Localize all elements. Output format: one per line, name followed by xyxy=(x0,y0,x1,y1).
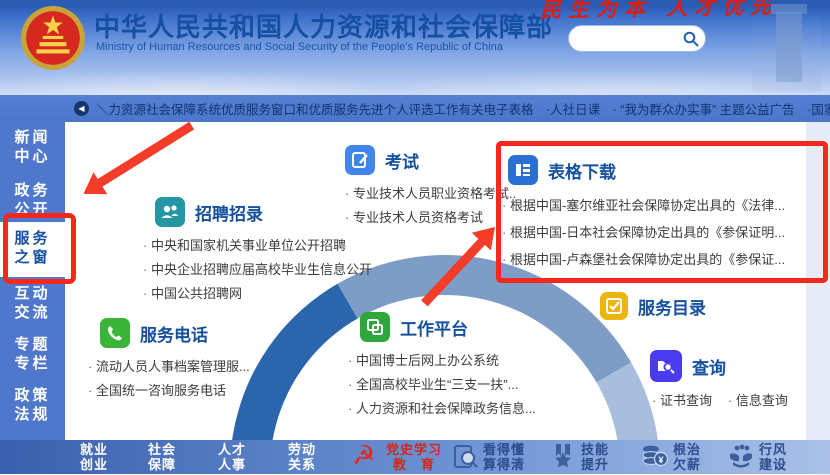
section-platform-header[interactable]: 工作平台 xyxy=(360,312,536,342)
link-item[interactable]: 全国高校毕业生“三支一扶”... xyxy=(348,373,536,397)
bottom-item-social-security[interactable]: 社会 保障 xyxy=(148,442,176,472)
exam-icon xyxy=(345,145,375,175)
hands-care-icon[interactable] xyxy=(727,444,755,474)
bottom-item-skill-improvement[interactable]: 技能 提升 xyxy=(581,442,609,472)
calligraphy-slogan: 民生为本 人才优先 xyxy=(539,0,779,23)
section-query-header[interactable]: 查询 xyxy=(650,350,788,382)
section-service-phone: 服务电话 流动人员人事档案管理服... 全国统一咨询服务电话 xyxy=(96,318,250,403)
search-input[interactable] xyxy=(581,31,683,46)
link-item[interactable]: 流动人员人事档案管理服... xyxy=(88,355,250,379)
bottom-item-labor-relations[interactable]: 劳动 关系 xyxy=(288,442,316,472)
section-title[interactable]: 服务目录 xyxy=(638,294,706,319)
section-title[interactable]: 服务电话 xyxy=(140,321,208,346)
coins-icon[interactable]: ¥ xyxy=(641,443,669,475)
bottom-item-employment[interactable]: 就业 创业 xyxy=(80,442,108,472)
mountains-decoration xyxy=(0,61,830,95)
sidebar-nav: 新闻 中心 政务 公开 服务 之窗 互动 交流 专题 专栏 政策 法规 xyxy=(0,122,65,440)
phone-icon xyxy=(100,318,130,348)
sidebar-item-service-window[interactable]: 服务 之窗 xyxy=(0,229,65,267)
ticker-prev-icon[interactable]: ◀ xyxy=(74,101,89,116)
sidebar-item-news[interactable]: 新闻 中心 xyxy=(0,128,65,166)
section-form-download: 表格下载 根据中国-塞尔维亚社会保障协定出具的《法律... 根据中国-日本社会保… xyxy=(508,155,785,273)
site-subtitle-en: Ministry of Human Resources and Social S… xyxy=(96,41,503,53)
site-title: 中华人民共和国人力资源和社会保障部 xyxy=(94,12,554,42)
section-service-directory: 服务目录 xyxy=(600,292,706,320)
site-header: 中华人民共和国人力资源和社会保障部 Ministry of Human Reso… xyxy=(0,0,830,95)
sidebar-item-interaction[interactable]: 互动 交流 xyxy=(0,284,65,322)
party-emblem-icon[interactable]: ☭ xyxy=(352,440,375,470)
right-edge-panel xyxy=(806,122,830,440)
main-content: 考试 专业技术人员职业资格考试.. 专业技术人员资格考试 招聘招录 中央和国家机… xyxy=(65,122,830,440)
link-item[interactable]: 根据中国-卢森堡社会保障协定出具的《参保证... xyxy=(502,246,785,273)
bottom-item-work-style[interactable]: 行风 建设 xyxy=(759,442,787,472)
link-item[interactable]: 人力资源和社会保障政务信息... xyxy=(348,397,536,421)
search-icon[interactable] xyxy=(683,31,699,47)
section-forms-header[interactable]: 表格下载 xyxy=(508,155,785,185)
link-item[interactable]: 证书查询 xyxy=(652,389,712,413)
checklist-icon xyxy=(600,292,628,320)
section-title[interactable]: 招聘招录 xyxy=(195,200,263,225)
ticker-text[interactable]: ＼力资源社会保障系统优质服务窗口和优质服务先进个人评选工作有关电子表格 ·人社日… xyxy=(96,99,830,118)
section-exam-header[interactable]: 考试 xyxy=(345,145,516,175)
bottom-item-wage-arrears[interactable]: 根治 欠薪 xyxy=(673,442,701,472)
svg-text:¥: ¥ xyxy=(658,455,663,465)
section-title[interactable]: 工作平台 xyxy=(400,315,468,340)
link-item[interactable]: 根据中国-塞尔维亚社会保障协定出具的《法律... xyxy=(502,192,785,219)
search-box[interactable] xyxy=(568,25,706,52)
bottom-item-party-history[interactable]: 党史学习 教 育 xyxy=(386,442,442,472)
bottom-item-understand-calculate[interactable]: 看得懂 算得清 xyxy=(483,442,525,472)
link-item[interactable]: 中央和国家机关事业单位公开招聘 xyxy=(143,234,372,258)
section-work-platform: 工作平台 中国博士后网上办公系统 全国高校毕业生“三支一扶”... 人力资源和社… xyxy=(356,312,536,421)
award-ribbon-icon[interactable] xyxy=(551,444,575,475)
folder-search-icon xyxy=(650,350,682,382)
section-title[interactable]: 表格下载 xyxy=(548,158,616,183)
section-recruit-header[interactable]: 招聘招录 xyxy=(155,197,372,227)
section-title[interactable]: 考试 xyxy=(385,148,419,173)
bottom-item-talent[interactable]: 人才 人事 xyxy=(218,442,246,472)
section-phone-header[interactable]: 服务电话 xyxy=(100,318,250,348)
section-directory-header[interactable]: 服务目录 xyxy=(600,292,706,320)
news-ticker[interactable]: ◀ ＼力资源社会保障系统优质服务窗口和优质服务先进个人评选工作有关电子表格 ·人… xyxy=(0,95,830,122)
sidebar-item-special-topics[interactable]: 专题 专栏 xyxy=(0,335,65,373)
doc-magnifier-icon[interactable] xyxy=(452,444,478,475)
link-item[interactable]: 信息查询 xyxy=(728,389,788,413)
link-item[interactable]: 中央企业招聘应届高校毕业生信息公开 xyxy=(143,258,372,282)
layers-icon xyxy=(360,312,390,342)
sidebar-item-gov-affairs[interactable]: 政务 公开 xyxy=(0,181,65,219)
link-item[interactable]: 全国统一咨询服务电话 xyxy=(88,379,250,403)
link-item[interactable]: 根据中国-日本社会保障协定出具的《参保证明... xyxy=(502,219,785,246)
section-query: 查询 证书查询 信息查询 xyxy=(650,350,788,413)
bottom-nav-bar: 就业 创业 社会 保障 人才 人事 劳动 关系 ☭ 党史学习 教 育 看得懂 算… xyxy=(0,440,830,474)
section-recruit: 招聘招录 中央和国家机关事业单位公开招聘 中央企业招聘应届高校毕业生信息公开 中… xyxy=(151,197,372,306)
sidebar-item-policies[interactable]: 政策 法规 xyxy=(0,386,65,424)
table-grid-icon xyxy=(508,155,538,185)
link-item[interactable]: 中国公共招聘网 xyxy=(143,282,372,306)
link-item[interactable]: 中国博士后网上办公系统 xyxy=(348,349,536,373)
people-icon xyxy=(155,197,185,227)
section-title[interactable]: 查询 xyxy=(692,354,726,379)
